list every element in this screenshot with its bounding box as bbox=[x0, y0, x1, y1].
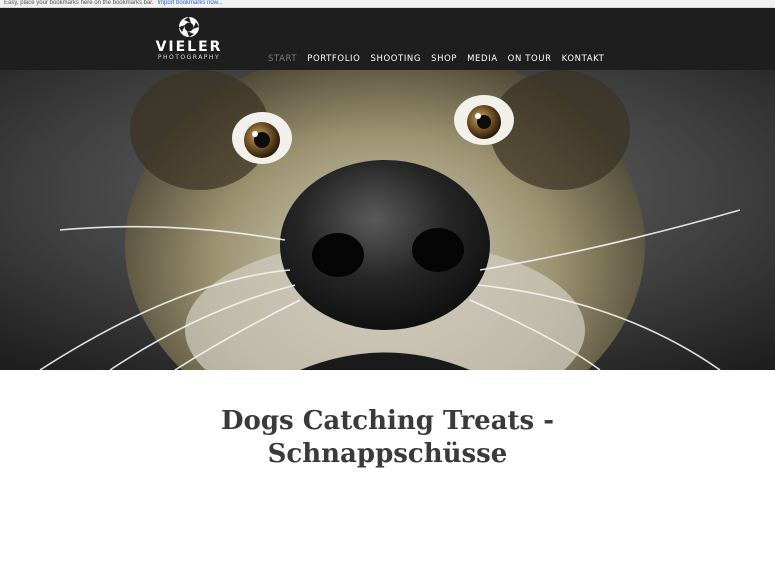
logo-name: VIELER bbox=[155, 39, 223, 55]
site-header: VIELER PHOTOGRAPHY START PORTFOLIO SHOOT… bbox=[0, 8, 775, 70]
nav-item-shop[interactable]: SHOP bbox=[431, 54, 457, 64]
bookmarks-bar-text: Easy, place your bookmarks here on the b… bbox=[4, 0, 154, 6]
nav-item-kontakt[interactable]: KONTAKT bbox=[562, 54, 605, 64]
bookmarks-bar: Easy, place your bookmarks here on the b… bbox=[0, 0, 775, 8]
article-title: Dogs Catching Treats - Schnappschüsse bbox=[0, 405, 775, 471]
article-title-line2: Schnappschüsse bbox=[267, 439, 508, 469]
article-title-line1: Dogs Catching Treats - bbox=[220, 406, 555, 436]
nav-item-media[interactable]: MEDIA bbox=[467, 54, 498, 64]
site-logo[interactable]: VIELER PHOTOGRAPHY bbox=[153, 16, 225, 66]
dog-photo bbox=[0, 70, 775, 370]
import-bookmarks-link[interactable]: Import bookmarks now... bbox=[157, 0, 222, 6]
nav-item-on-tour[interactable]: ON TOUR bbox=[508, 54, 552, 64]
nav-item-start[interactable]: START bbox=[268, 54, 297, 64]
aperture-logo-icon bbox=[179, 17, 199, 37]
main-nav: START PORTFOLIO SHOOTING SHOP MEDIA ON T… bbox=[268, 54, 604, 64]
nav-item-shooting[interactable]: SHOOTING bbox=[370, 54, 421, 64]
nav-item-portfolio[interactable]: PORTFOLIO bbox=[307, 54, 360, 64]
logo-subtitle: PHOTOGRAPHY bbox=[157, 54, 221, 61]
hero-image bbox=[0, 70, 775, 370]
